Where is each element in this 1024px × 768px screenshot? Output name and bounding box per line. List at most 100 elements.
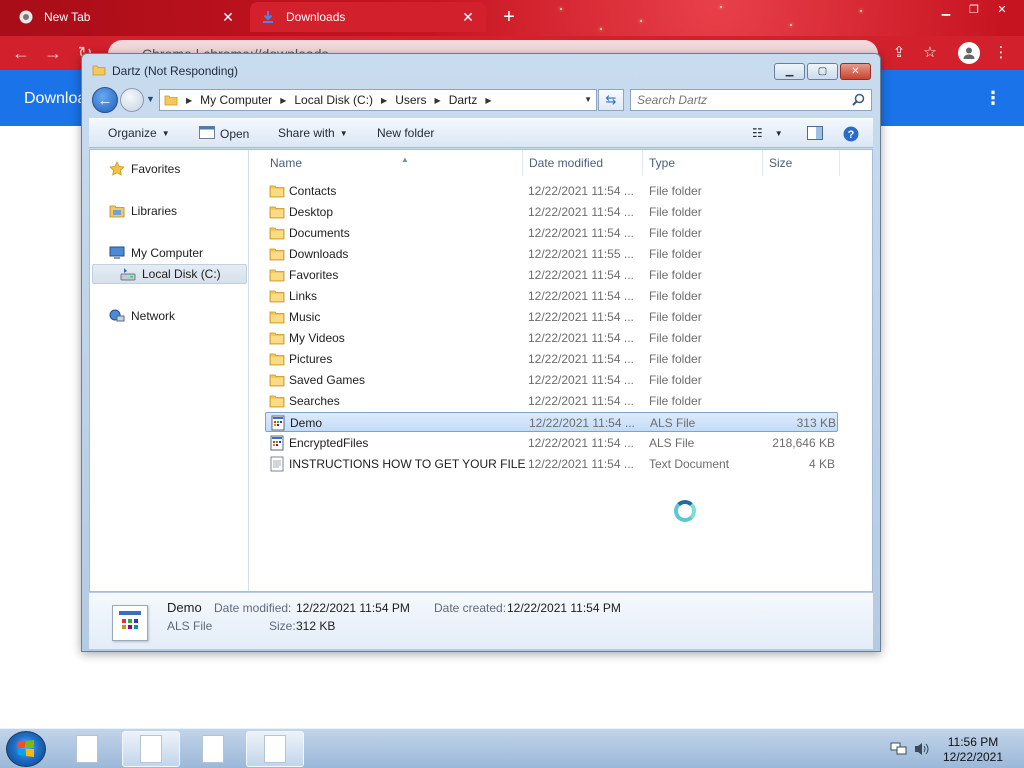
breadcrumb-dartz[interactable]: Dartz — [449, 93, 478, 107]
chevron-right-icon[interactable]: ▶ — [435, 96, 441, 105]
file-row[interactable]: Contacts 12/22/2021 11:54 ... File folder — [265, 181, 838, 201]
chevron-right-icon[interactable]: ▶ — [186, 96, 192, 105]
file-date-modified: 12/22/2021 11:54 ... — [529, 416, 635, 430]
sort-ascending-icon: ▲ — [401, 155, 409, 164]
open-button[interactable]: Open — [199, 126, 249, 142]
forward-arrow-icon[interactable]: → — [42, 42, 64, 64]
taskbar-app-2[interactable] — [122, 731, 180, 767]
preview-pane-button[interactable] — [807, 126, 823, 143]
file-row[interactable]: My Videos 12/22/2021 11:54 ... File folder — [265, 328, 838, 348]
close-icon[interactable]: ✕ — [220, 9, 236, 25]
file-row[interactable]: Documents 12/22/2021 11:54 ... File folder — [265, 223, 838, 243]
als-file-icon — [269, 435, 285, 451]
browser-tab-downloads[interactable]: Downloads ✕ — [250, 2, 486, 32]
close-icon[interactable]: ✕ — [460, 9, 476, 25]
back-button[interactable]: ← — [92, 87, 118, 113]
file-row[interactable]: Downloads 12/22/2021 11:55 ... File folder — [265, 244, 838, 264]
network-icon — [108, 308, 126, 324]
nav-item-libraries[interactable]: Libraries — [90, 201, 248, 221]
help-button[interactable]: ? — [843, 126, 859, 145]
refresh-button[interactable]: ⇆ — [598, 89, 624, 111]
taskbar-app-3[interactable] — [184, 731, 242, 767]
command-bar: Organize ▼ Open Share with ▼ New folder … — [89, 118, 873, 148]
decorative-sparkle — [640, 20, 642, 22]
taskbar-app-1[interactable] — [58, 731, 116, 767]
decorative-sparkle — [560, 8, 562, 10]
file-row[interactable]: Searches 12/22/2021 11:54 ... File folder — [265, 391, 838, 411]
window-titlebar[interactable]: Dartz (Not Responding) ▁ ▢ ✕ — [82, 54, 880, 84]
minimize-button[interactable]: ▁ — [774, 63, 805, 80]
breadcrumb-local-disk[interactable]: Local Disk (C:) — [294, 93, 373, 107]
history-dropdown-icon[interactable]: ▼ — [146, 94, 155, 104]
file-date-modified: 12/22/2021 11:54 ... — [528, 226, 634, 240]
chevron-right-icon[interactable]: ▶ — [485, 96, 491, 105]
profile-avatar[interactable] — [958, 42, 980, 64]
file-row[interactable]: Pictures 12/22/2021 11:54 ... File folder — [265, 349, 838, 369]
chevron-right-icon[interactable]: ▶ — [280, 96, 286, 105]
new-folder-button[interactable]: New folder — [377, 126, 434, 140]
search-icon[interactable] — [852, 93, 865, 109]
back-arrow-icon[interactable]: ← — [10, 42, 32, 64]
computer-icon — [108, 245, 126, 261]
browser-tab-new-tab[interactable]: New Tab ✕ — [8, 2, 246, 32]
details-date-modified-label: Date modified: — [214, 601, 292, 615]
forward-button[interactable] — [120, 88, 144, 112]
folder-desktop-icon — [269, 204, 285, 220]
file-type: File folder — [649, 352, 702, 366]
file-name: Desktop — [289, 205, 334, 219]
bookmark-star-icon[interactable]: ☆ — [919, 42, 941, 64]
start-button[interactable] — [6, 731, 46, 767]
view-options-button[interactable]: ☷ ▼ — [752, 126, 783, 140]
close-button[interactable]: ✕ — [840, 63, 871, 80]
file-date-modified: 12/22/2021 11:54 ... — [528, 352, 634, 366]
details-size: 312 KB — [296, 619, 336, 633]
taskbar-app-4[interactable] — [246, 731, 304, 767]
chevron-right-icon[interactable]: ▶ — [381, 96, 387, 105]
file-row[interactable]: Desktop 12/22/2021 11:54 ... File folder — [265, 202, 838, 222]
document-icon — [140, 735, 162, 763]
share-with-button[interactable]: Share with ▼ — [278, 126, 348, 140]
column-header-type[interactable]: Type — [643, 150, 763, 176]
file-date-modified: 12/22/2021 11:54 ... — [528, 457, 634, 471]
details-file-name: Demo — [167, 600, 202, 615]
column-header-size[interactable]: Size — [763, 150, 840, 176]
organize-button[interactable]: Organize ▼ — [108, 126, 170, 140]
network-tray-icon[interactable] — [890, 741, 908, 757]
file-date-modified: 12/22/2021 11:54 ... — [528, 289, 634, 303]
file-row[interactable]: Saved Games 12/22/2021 11:54 ... File fold… — [265, 370, 838, 390]
file-row[interactable]: Links 12/22/2021 11:54 ... File folder — [265, 286, 838, 306]
file-name: Favorites — [289, 268, 339, 282]
nav-item-local-disk[interactable]: Local Disk (C:) — [92, 264, 247, 284]
file-name: INSTRUCTIONS HOW TO GET YOUR FILE... — [289, 457, 525, 471]
nav-item-network[interactable]: Network — [90, 306, 248, 326]
file-row[interactable]: Favorites 12/22/2021 11:54 ... File folder — [265, 265, 838, 285]
chevron-down-icon[interactable]: ▼ — [584, 95, 592, 104]
system-clock[interactable]: 11:56 PM 12/22/2021 — [930, 735, 1016, 765]
file-row[interactable]: EncryptedFiles 12/22/2021 11:54 ... ALS Fi… — [265, 433, 838, 453]
breadcrumb-my-computer[interactable]: My Computer — [200, 93, 272, 107]
file-type: File folder — [649, 268, 702, 282]
column-header-name[interactable]: Name ▲ — [264, 150, 523, 176]
folder-music-icon — [269, 309, 285, 325]
file-row[interactable]: Music 12/22/2021 11:54 ... File folder — [265, 307, 838, 327]
text-document-icon — [269, 456, 285, 472]
nav-item-my-computer[interactable]: My Computer — [90, 243, 248, 263]
maximize-button[interactable]: ▢ — [807, 63, 838, 80]
restore-icon[interactable]: ❐ — [960, 0, 988, 18]
volume-icon[interactable] — [913, 741, 931, 757]
share-icon[interactable]: ⇪ — [888, 42, 910, 64]
more-vert-icon[interactable]: ⋮ — [990, 42, 1012, 64]
file-row[interactable]: INSTRUCTIONS HOW TO GET YOUR FILE... 12/2… — [265, 454, 838, 474]
breadcrumb-users[interactable]: Users — [395, 93, 426, 107]
close-icon[interactable]: ✕ — [988, 0, 1016, 18]
file-type: File folder — [649, 394, 702, 408]
nav-item-favorites[interactable]: Favorites — [90, 159, 248, 179]
address-bar[interactable]: ▶ My Computer ▶ Local Disk (C:) ▶ Users … — [159, 89, 597, 111]
search-input[interactable] — [631, 90, 841, 110]
column-header-date-modified[interactable]: Date modified — [523, 150, 643, 176]
file-type: File folder — [649, 310, 702, 324]
new-tab-button[interactable]: + — [498, 6, 520, 28]
minimize-icon[interactable]: ▁ — [932, 0, 960, 18]
file-row[interactable]: Demo 12/22/2021 11:54 ... ALS File 313 KB — [265, 412, 838, 432]
more-vert-icon[interactable]: ⋮ — [984, 86, 1002, 110]
